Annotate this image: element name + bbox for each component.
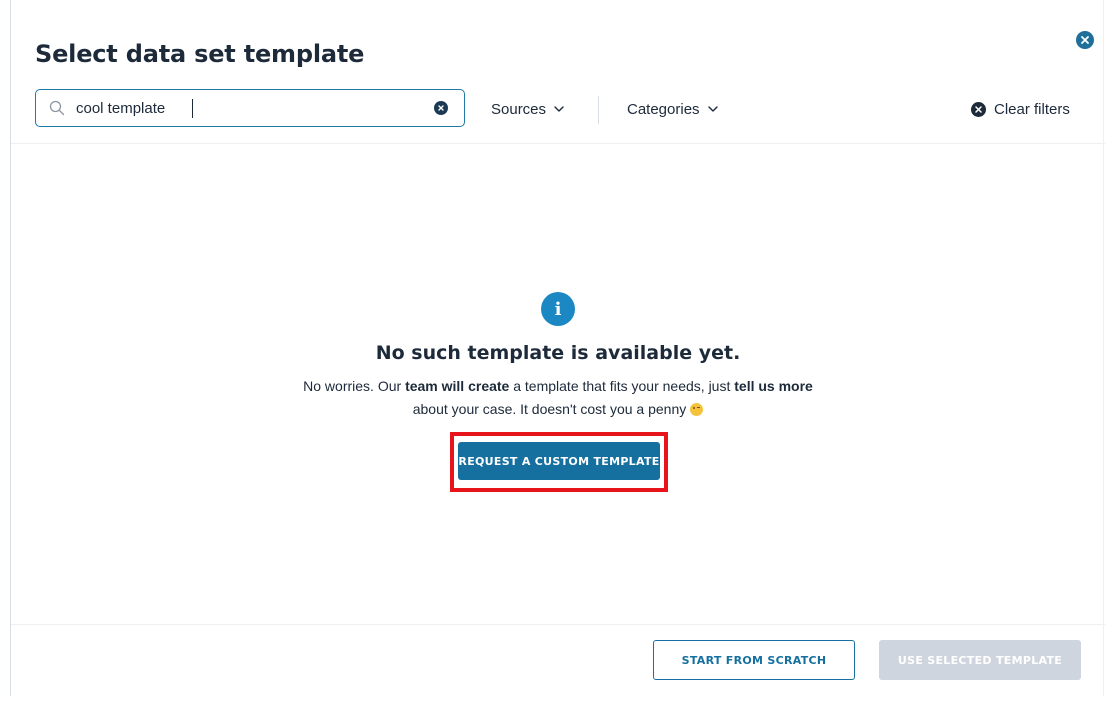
- search-icon: [49, 100, 65, 116]
- categories-dropdown-label: Categories: [627, 100, 700, 118]
- start-from-scratch-button[interactable]: START FROM SCRATCH: [653, 640, 855, 680]
- sources-dropdown-label: Sources: [491, 100, 547, 118]
- text-caret: [192, 99, 193, 118]
- chevron-down-icon: [554, 106, 564, 112]
- search-input[interactable]: [76, 98, 416, 118]
- request-custom-template-button[interactable]: REQUEST A CUSTOM TEMPLATE: [458, 442, 660, 480]
- sources-dropdown[interactable]: Sources: [491, 98, 564, 120]
- info-icon: i: [541, 292, 575, 326]
- clear-filters-label: Clear filters: [994, 100, 1070, 118]
- empty-state-message-line-1: No worries. Our team will create a templ…: [303, 378, 813, 394]
- clear-filters-button[interactable]: Clear filters: [971, 98, 1070, 120]
- chevron-down-icon: [707, 106, 718, 112]
- page-title: Select data set template: [35, 40, 365, 68]
- clear-circle-icon: [971, 101, 986, 117]
- empty-state-heading: No such template is available yet.: [375, 342, 741, 364]
- search-box[interactable]: [35, 89, 465, 127]
- winking-face-icon: [690, 403, 704, 416]
- header-divider: [11, 143, 1105, 144]
- filter-divider: [598, 96, 599, 124]
- template-modal: Select data set template Sources Categor…: [10, 0, 1105, 696]
- use-selected-template-button[interactable]: USE SELECTED TEMPLATE: [879, 640, 1081, 680]
- footer-divider: [11, 624, 1105, 625]
- empty-state-message-line-2: about your case. It doesn't cost you a p…: [11, 401, 1105, 417]
- categories-dropdown[interactable]: Categories: [627, 98, 718, 120]
- close-icon[interactable]: [1076, 31, 1094, 49]
- clear-search-icon[interactable]: [434, 101, 448, 115]
